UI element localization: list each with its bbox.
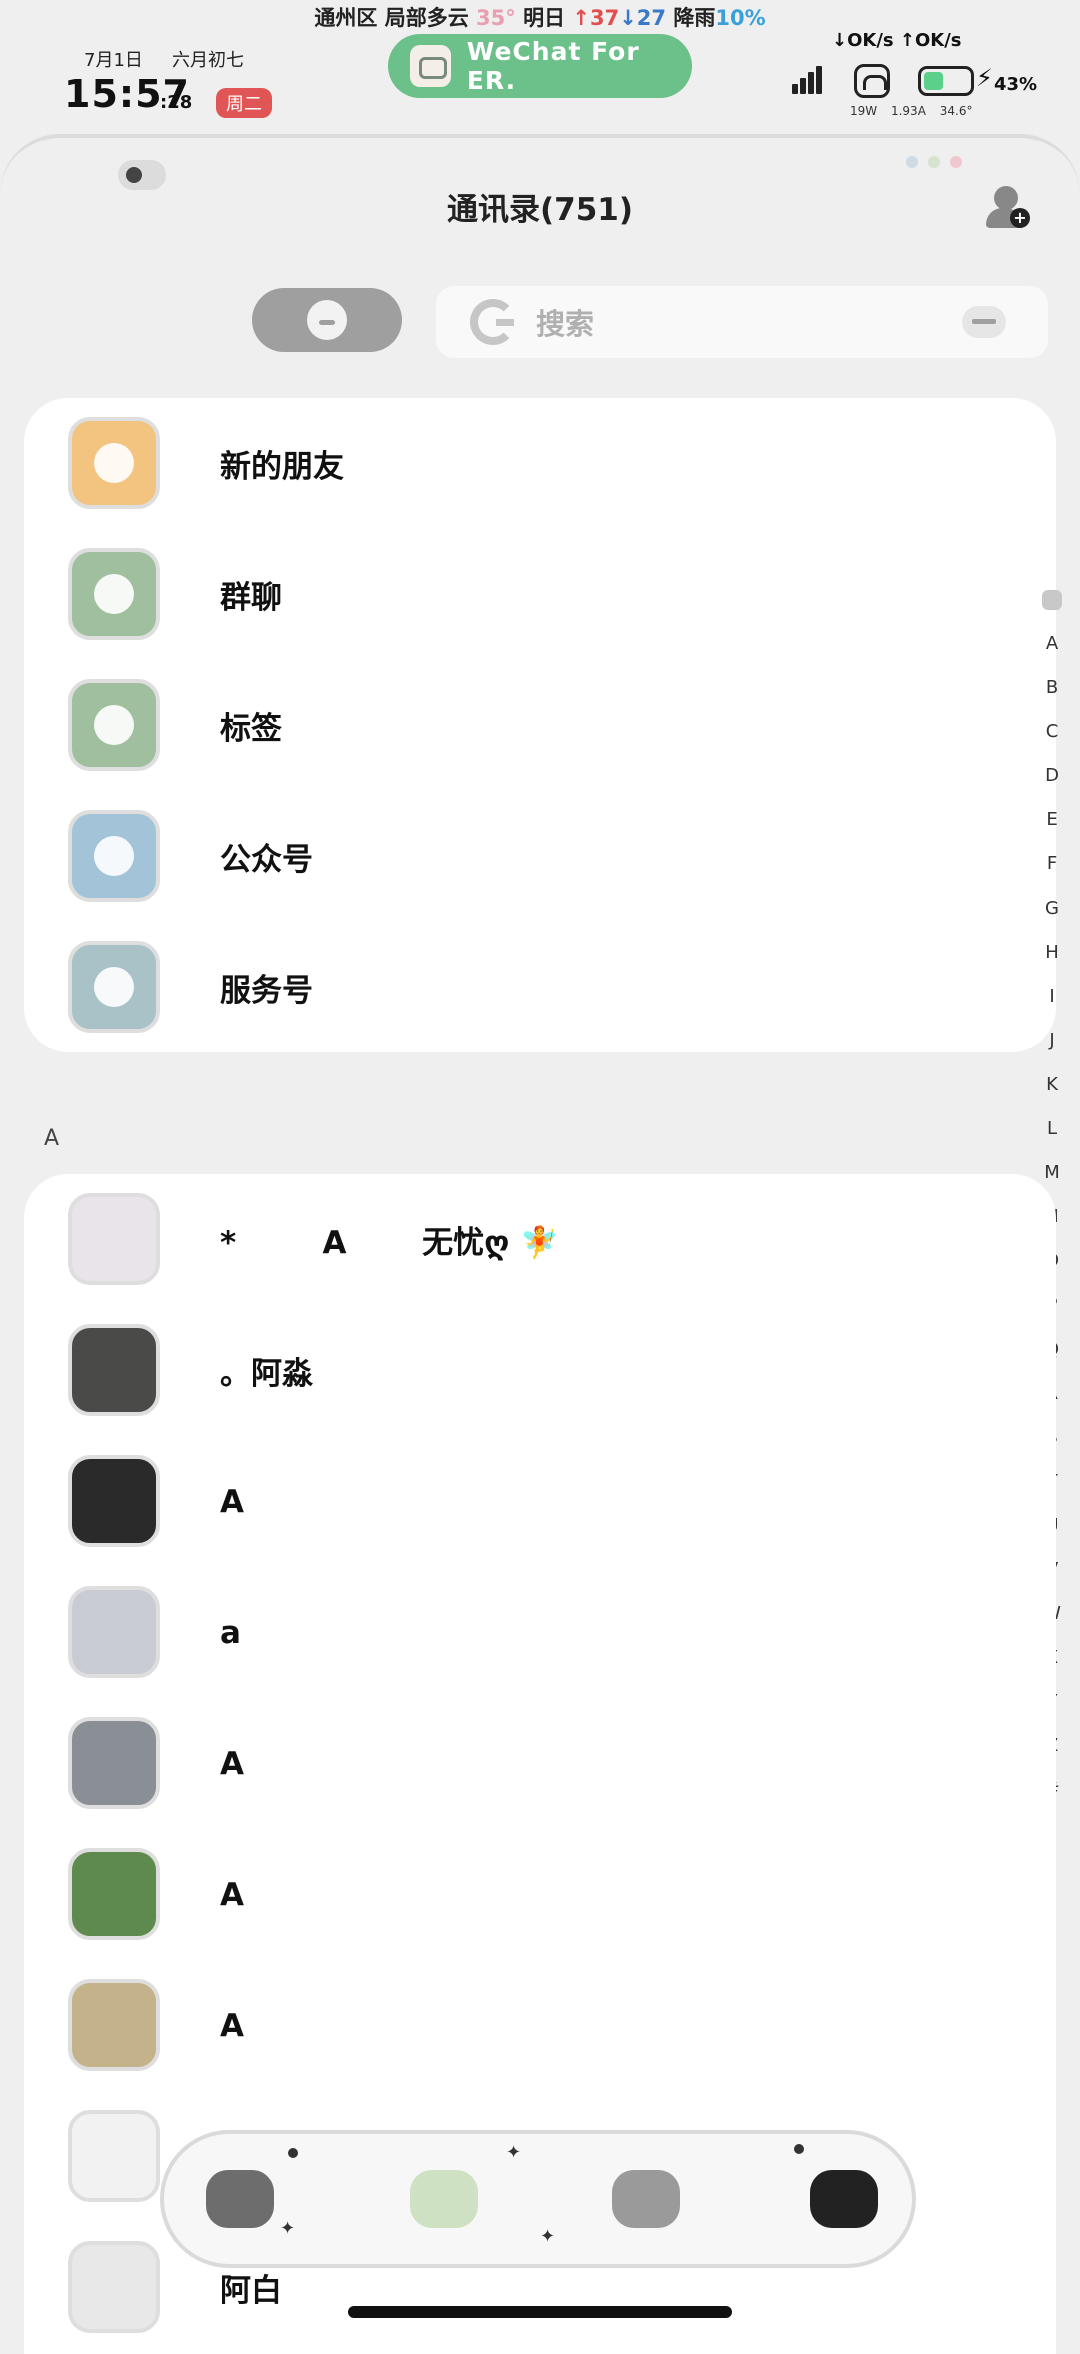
index-letter-H[interactable]: H [1040,931,1064,975]
network-speed: ↓OK/s ↑OK/s [832,30,962,51]
status-weekday-badge: 周二 [216,88,272,118]
nav-chats-icon[interactable] [206,2170,274,2228]
service-account-icon [68,941,160,1033]
function-row-official-account[interactable]: 公众号 [24,791,1056,922]
contact-row[interactable]: A [24,1698,1056,1829]
contact-name: * A 无忧ღ 🧚 [220,1225,559,1261]
power-current: 1.93A [890,104,926,118]
function-row-new-friends[interactable]: 新的朋友 [24,398,1056,529]
status-lunar-date: 六月初七 [172,50,244,71]
index-letter-J[interactable]: J [1040,1019,1064,1063]
contact-name: A [220,1745,244,1782]
weather-low: ↓27 [619,6,667,30]
search-placeholder: 搜索 [536,307,595,341]
status-date: 7月1日 [84,50,143,71]
person-icon [994,186,1018,210]
plus-icon: + [1010,208,1030,228]
weather-temp: 35° [476,6,516,30]
page-title: 通讯录(751) [446,192,634,228]
group-chat-icon [68,548,160,640]
star-icon: ✦ [506,2142,522,2163]
contact-row[interactable]: 。阿淼 [24,1305,1056,1436]
function-row-tag[interactable]: 标签 [24,660,1056,791]
nav-me-icon[interactable] [810,2170,878,2228]
weather-location: 通州区 局部多云 [314,6,469,30]
weather-rain-label: 降雨 [673,6,716,30]
function-label: 群聊 [220,580,282,616]
avatar [68,1193,160,1285]
weather-rain-pct: 10% [715,6,766,30]
function-row-service-account[interactable]: 服务号 [24,922,1056,1053]
app-indicator-pill[interactable]: WeChat For ER. [388,34,692,98]
star-icon: ✦ [540,2226,556,2247]
contact-row[interactable]: * A 无忧ღ 🧚 [24,1174,1056,1305]
avatar [68,1979,160,2071]
index-letter-B[interactable]: B [1040,666,1064,710]
battery-fill [924,72,943,90]
add-contact-button[interactable]: + [984,184,1030,228]
power-meta: 19W 1.93A 34.6° [850,104,982,118]
avatar [68,1455,160,1547]
charging-icon: ⚡ [976,64,993,92]
contact-name: A [220,2007,244,2044]
function-row-group-chat[interactable]: 群聊 [24,529,1056,660]
app-pill-icon [410,45,451,87]
index-letter-K[interactable]: K [1040,1063,1064,1107]
star-icon: ✦ [280,2218,296,2239]
tag-icon [68,679,160,771]
section-header: A [44,1126,60,1151]
index-letter-G[interactable]: G [1040,887,1064,931]
contact-row[interactable]: A [24,1829,1056,1960]
power-watt: 19W [850,104,878,118]
index-letter-I[interactable]: I [1040,975,1064,1019]
contact-row[interactable]: a [24,1567,1056,1698]
index-search-icon[interactable] [1042,590,1062,610]
signal-icon [792,66,830,94]
contact-name: 。阿淼 [220,1356,313,1392]
voice-search-icon[interactable] [962,306,1006,338]
nav-discover-icon[interactable] [612,2170,680,2228]
battery-icon [918,66,974,96]
avatar [68,2241,160,2333]
contact-row[interactable]: A [24,1960,1056,2091]
index-letter-A[interactable]: A [1040,622,1064,666]
contact-name: 阿白 [220,2273,282,2309]
index-letter-L[interactable]: L [1040,1107,1064,1151]
function-label: 服务号 [220,973,313,1009]
index-letter-C[interactable]: C [1040,710,1064,754]
avatar [68,1717,160,1809]
avatar [68,1324,160,1416]
function-label: 公众号 [220,842,313,878]
weather-bar: 通州区 局部多云 35° 明日 ↑37↓27 降雨10% [0,2,1080,32]
app-pill-label: WeChat For ER. [466,37,640,95]
function-label: 标签 [220,711,282,747]
contact-name: a [220,1614,241,1651]
index-letter-F[interactable]: F [1040,842,1064,886]
index-letter-D[interactable]: D [1040,754,1064,798]
search-input[interactable]: 搜索 [436,286,1048,358]
window-dots [906,156,962,168]
face-icon [307,300,347,340]
function-card: 新的朋友群聊标签公众号服务号 [24,398,1056,1052]
filter-button[interactable] [252,288,402,352]
avatar [68,1586,160,1678]
battery-percent: 43% [994,74,1038,95]
weather-tomorrow: 明日 [523,6,566,30]
nav-contacts-icon[interactable] [410,2170,478,2228]
home-indicator[interactable] [348,2306,732,2318]
function-label: 新的朋友 [220,449,344,485]
weather-high: ↑37 [572,6,620,30]
google-icon [470,299,516,345]
official-account-icon [68,810,160,902]
battery-temp: 34.6° [939,104,973,118]
contact-name: A [220,1876,244,1913]
status-seconds: :28 [160,92,193,113]
avatar [68,2110,160,2202]
index-letter-E[interactable]: E [1040,798,1064,842]
avatar [68,1848,160,1940]
nfc-icon [854,64,890,98]
contact-row[interactable]: A [24,1436,1056,1567]
new-friends-icon [68,417,160,509]
contact-name: A [220,1483,244,1520]
